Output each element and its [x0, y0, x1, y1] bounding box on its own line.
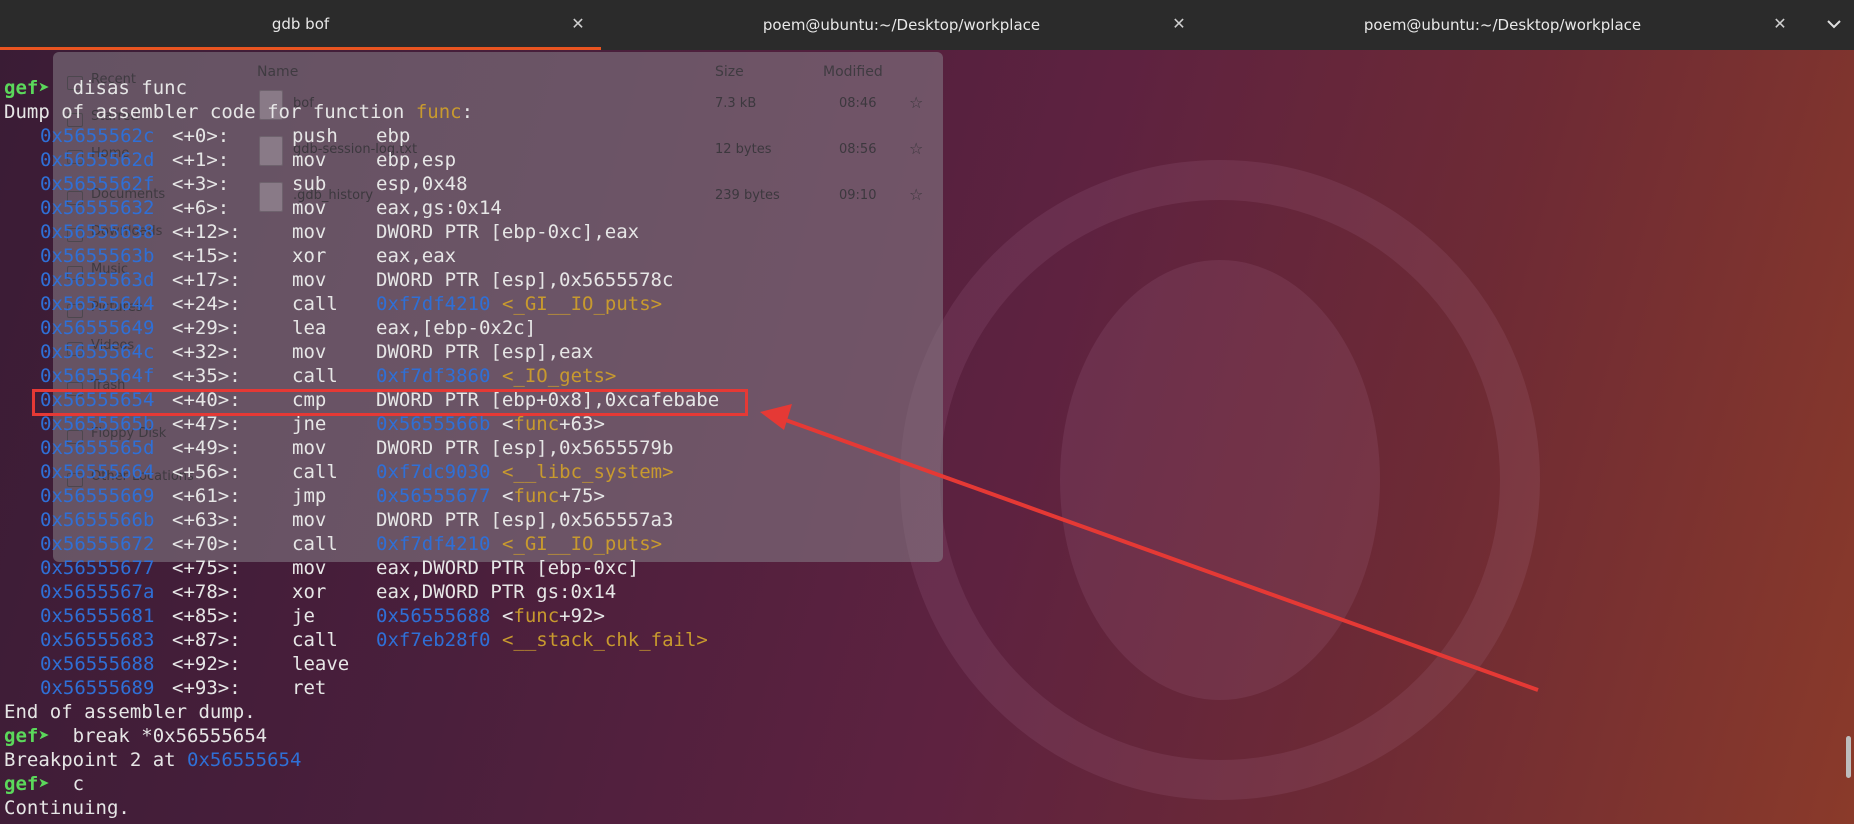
- scrollbar[interactable]: [1846, 736, 1851, 778]
- annotation-arrow: [760, 404, 1539, 692]
